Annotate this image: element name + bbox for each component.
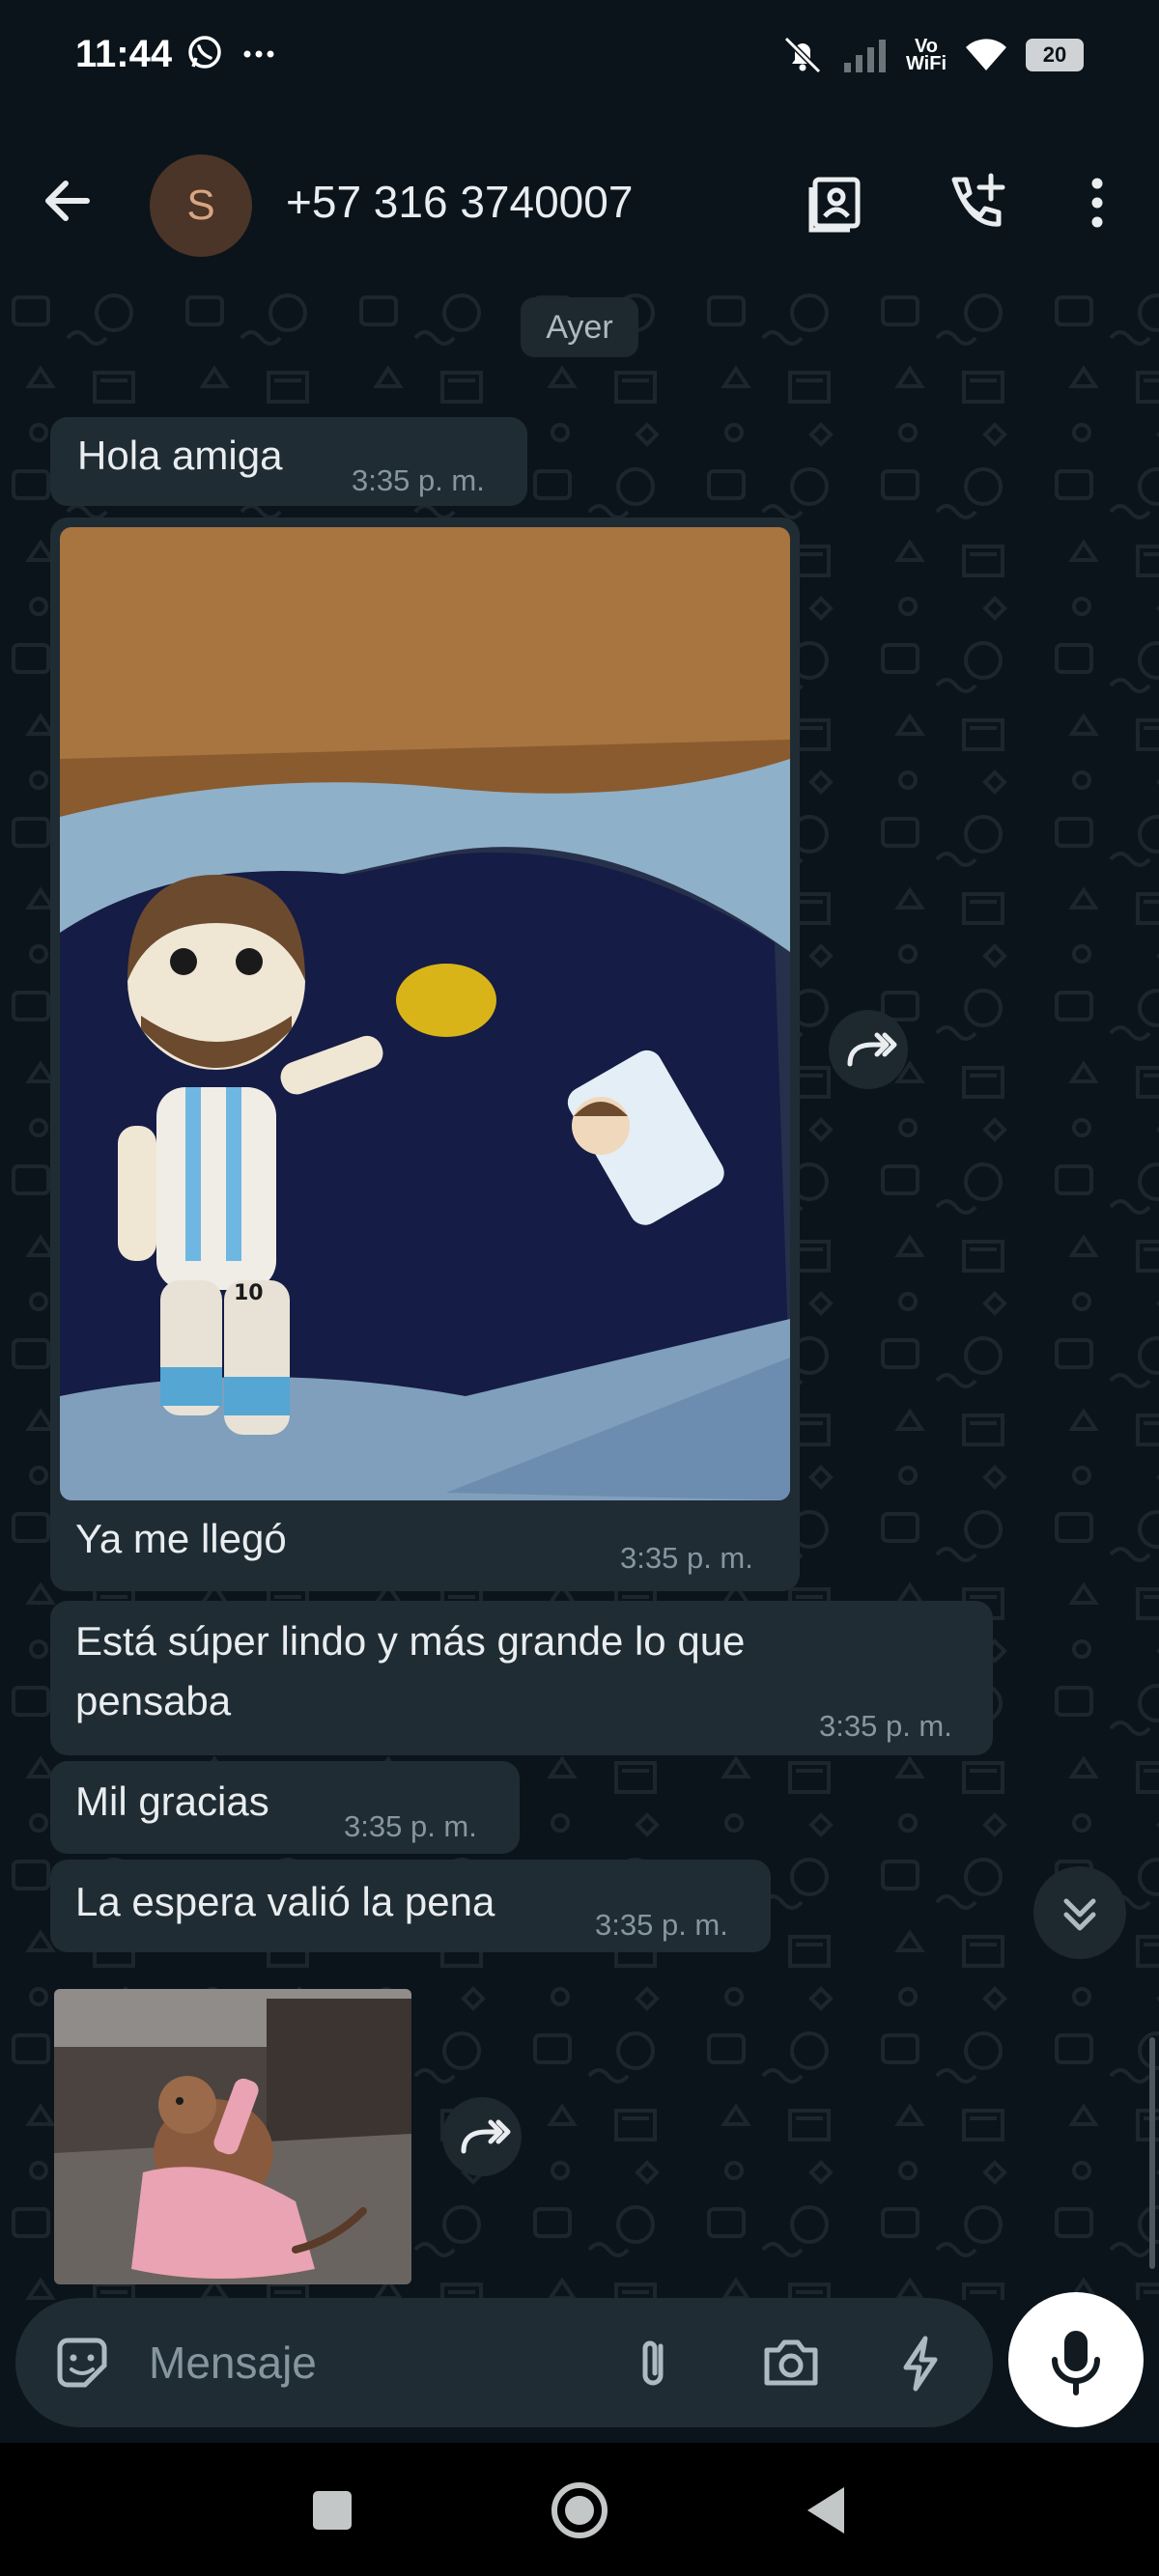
- back-triangle-icon[interactable]: [788, 2472, 865, 2549]
- doll-photo[interactable]: 10: [60, 527, 790, 1500]
- message-text: Ya me llegó: [75, 1516, 287, 1561]
- system-nav-bar: [0, 2443, 1159, 2576]
- forward-button[interactable]: [829, 1010, 908, 1089]
- doll-jersey-number: 10: [234, 1281, 264, 1305]
- whatsapp-notification-icon: [188, 36, 221, 69]
- more-vert-icon[interactable]: [1062, 168, 1132, 238]
- message-text: Hola amiga: [77, 433, 283, 478]
- home-circle-icon[interactable]: [541, 2472, 618, 2549]
- mute-bell-icon: [783, 36, 822, 74]
- status-right-icons: Vo WiFi 20: [780, 33, 1084, 77]
- status-notification-icons: [185, 33, 278, 71]
- back-arrow-icon[interactable]: [37, 170, 99, 232]
- add-call-icon[interactable]: [941, 168, 1010, 238]
- forward-icon: [847, 1032, 897, 1067]
- contact-name[interactable]: +57 316 3740007: [286, 176, 633, 228]
- forward-button[interactable]: [442, 2097, 522, 2176]
- battery-icon: 20: [1026, 39, 1084, 71]
- status-bar: 11:44 Vo WiFi 20: [0, 0, 1159, 116]
- message-bubble[interactable]: Está súper lindo y más grande lo que pen…: [50, 1601, 993, 1755]
- quick-reply-icon[interactable]: [889, 2331, 952, 2394]
- vowifi-indicator: Vo WiFi: [905, 37, 947, 74]
- voice-message-button[interactable]: [1008, 2292, 1144, 2427]
- message-input[interactable]: [149, 2331, 593, 2394]
- contact-card-icon[interactable]: [804, 168, 873, 238]
- message-bubble[interactable]: Mil gracias 3:35 p. m.: [50, 1761, 520, 1854]
- message-time: 3:35 p. m.: [620, 1541, 753, 1575]
- message-bubble[interactable]: La espera valió la pena 3:35 p. m.: [50, 1860, 771, 1952]
- message-text-line1: Está súper lindo y más grande lo que: [75, 1618, 746, 1664]
- scroll-down-button[interactable]: [1033, 1866, 1126, 1959]
- chat-header: S +57 316 3740007: [0, 116, 1159, 280]
- signal-icon: [843, 40, 886, 72]
- message-bubble[interactable]: Hola amiga 3:35 p. m.: [50, 417, 527, 506]
- vowifi-bottom: WiFi: [905, 53, 947, 74]
- camera-icon[interactable]: [759, 2331, 823, 2394]
- date-separator: Ayer: [521, 297, 638, 357]
- more-notifications-icon: [243, 50, 274, 58]
- message-time: 3:35 p. m.: [352, 463, 485, 497]
- monkey-in-pink-dress-image: [54, 1989, 411, 2284]
- attach-icon[interactable]: [622, 2331, 686, 2394]
- recents-square-icon[interactable]: [294, 2472, 371, 2549]
- crochet-doll-image: 10: [60, 527, 790, 1500]
- status-time: 11:44: [75, 33, 173, 75]
- message-text: Mil gracias: [75, 1778, 269, 1824]
- message-time: 3:35 p. m.: [344, 1809, 477, 1843]
- scroll-down-icon: [1063, 1898, 1096, 1931]
- mic-icon: [1052, 2331, 1100, 2395]
- message-time: 3:35 p. m.: [595, 1908, 728, 1942]
- scrollbar-thumb[interactable]: [1149, 2037, 1155, 2269]
- monkey-sticker[interactable]: [54, 1989, 411, 2284]
- sticker-icon[interactable]: [50, 2331, 114, 2394]
- message-text-line2: pensaba: [75, 1678, 232, 1723]
- chat-area[interactable]: Ayer Hola amiga 3:35 p. m. Ya me llegó 3…: [0, 280, 1159, 2300]
- wifi-icon: [966, 39, 1006, 70]
- message-composer: [15, 2298, 993, 2427]
- message-time: 3:35 p. m.: [819, 1709, 952, 1743]
- forward-icon: [461, 2119, 511, 2154]
- avatar[interactable]: S: [150, 154, 252, 257]
- message-text: La espera valió la pena: [75, 1879, 495, 1924]
